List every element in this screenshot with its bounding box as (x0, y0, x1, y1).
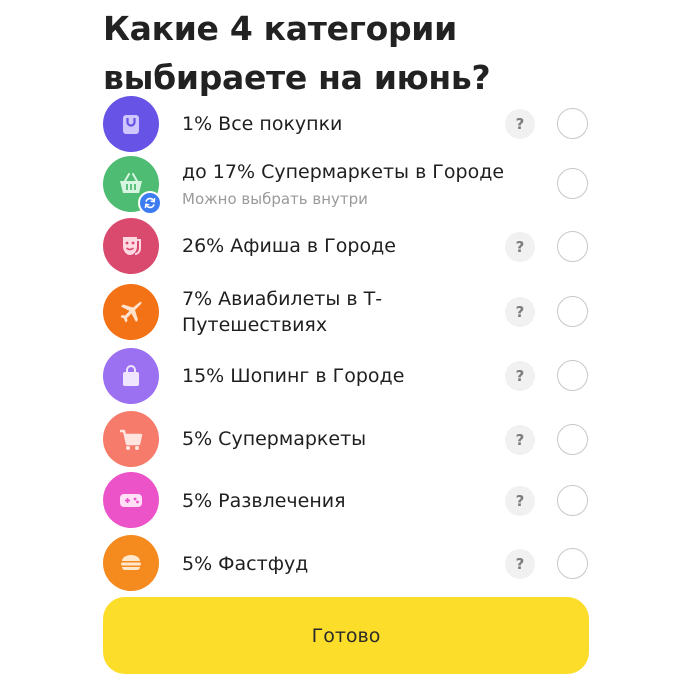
category-radio[interactable] (557, 296, 588, 327)
help-icon[interactable]: ? (505, 109, 535, 139)
burger-icon (103, 535, 159, 591)
category-sublabel: Можно выбрать внутри (182, 190, 368, 208)
airplane-icon (103, 284, 159, 340)
category-row-supermarkets-city[interactable]: до 17% Супермаркеты в Городе Можно выбра… (0, 154, 677, 214)
help-icon[interactable]: ? (505, 549, 535, 579)
category-radio[interactable] (557, 485, 588, 516)
category-row-afisha-city[interactable]: 26% Афиша в Городе ? (0, 217, 677, 277)
refresh-icon (138, 191, 162, 215)
category-label: 5% Супермаркеты (182, 428, 367, 450)
category-row-entertainment[interactable]: 5% Развлечения ? (0, 471, 677, 531)
help-icon[interactable]: ? (505, 486, 535, 516)
help-icon[interactable]: ? (505, 232, 535, 262)
theater-mask-icon (103, 218, 159, 274)
category-label: 7% Авиабилеты в Т-Путешествиях (182, 288, 383, 336)
category-label: до 17% Супермаркеты в Городе (182, 161, 505, 183)
shopping-bag-icon (103, 96, 159, 152)
help-icon[interactable]: ? (505, 361, 535, 391)
cart-icon (103, 411, 159, 467)
category-label: 1% Все покупки (182, 113, 343, 135)
category-radio[interactable] (557, 360, 588, 391)
category-row-flights[interactable]: 7% Авиабилеты в Т-Путешествиях ? (0, 281, 677, 341)
category-label: 5% Развлечения (182, 490, 346, 512)
category-radio[interactable] (557, 424, 588, 455)
page-title: Какие 4 категории выбираете на июнь? (103, 9, 491, 97)
category-row-supermarkets[interactable]: 5% Супермаркеты ? (0, 410, 677, 470)
category-label: 5% Фастфуд (182, 553, 309, 575)
category-row-all-purchases[interactable]: 1% Все покупки ? (0, 94, 677, 154)
category-radio[interactable] (557, 231, 588, 262)
category-row-fastfood[interactable]: 5% Фастфуд ? (0, 533, 677, 593)
category-radio[interactable] (557, 168, 588, 199)
category-label: 15% Шопинг в Городе (182, 365, 405, 387)
category-label: 26% Афиша в Городе (182, 235, 396, 257)
category-row-shopping-city[interactable]: 15% Шопинг в Городе ? (0, 346, 677, 406)
help-icon[interactable]: ? (505, 297, 535, 327)
help-icon[interactable]: ? (505, 425, 535, 455)
category-radio[interactable] (557, 548, 588, 579)
category-radio[interactable] (557, 108, 588, 139)
shopping-bag-icon (103, 348, 159, 404)
done-button[interactable]: Готово (103, 597, 589, 674)
gamepad-icon (103, 472, 159, 528)
